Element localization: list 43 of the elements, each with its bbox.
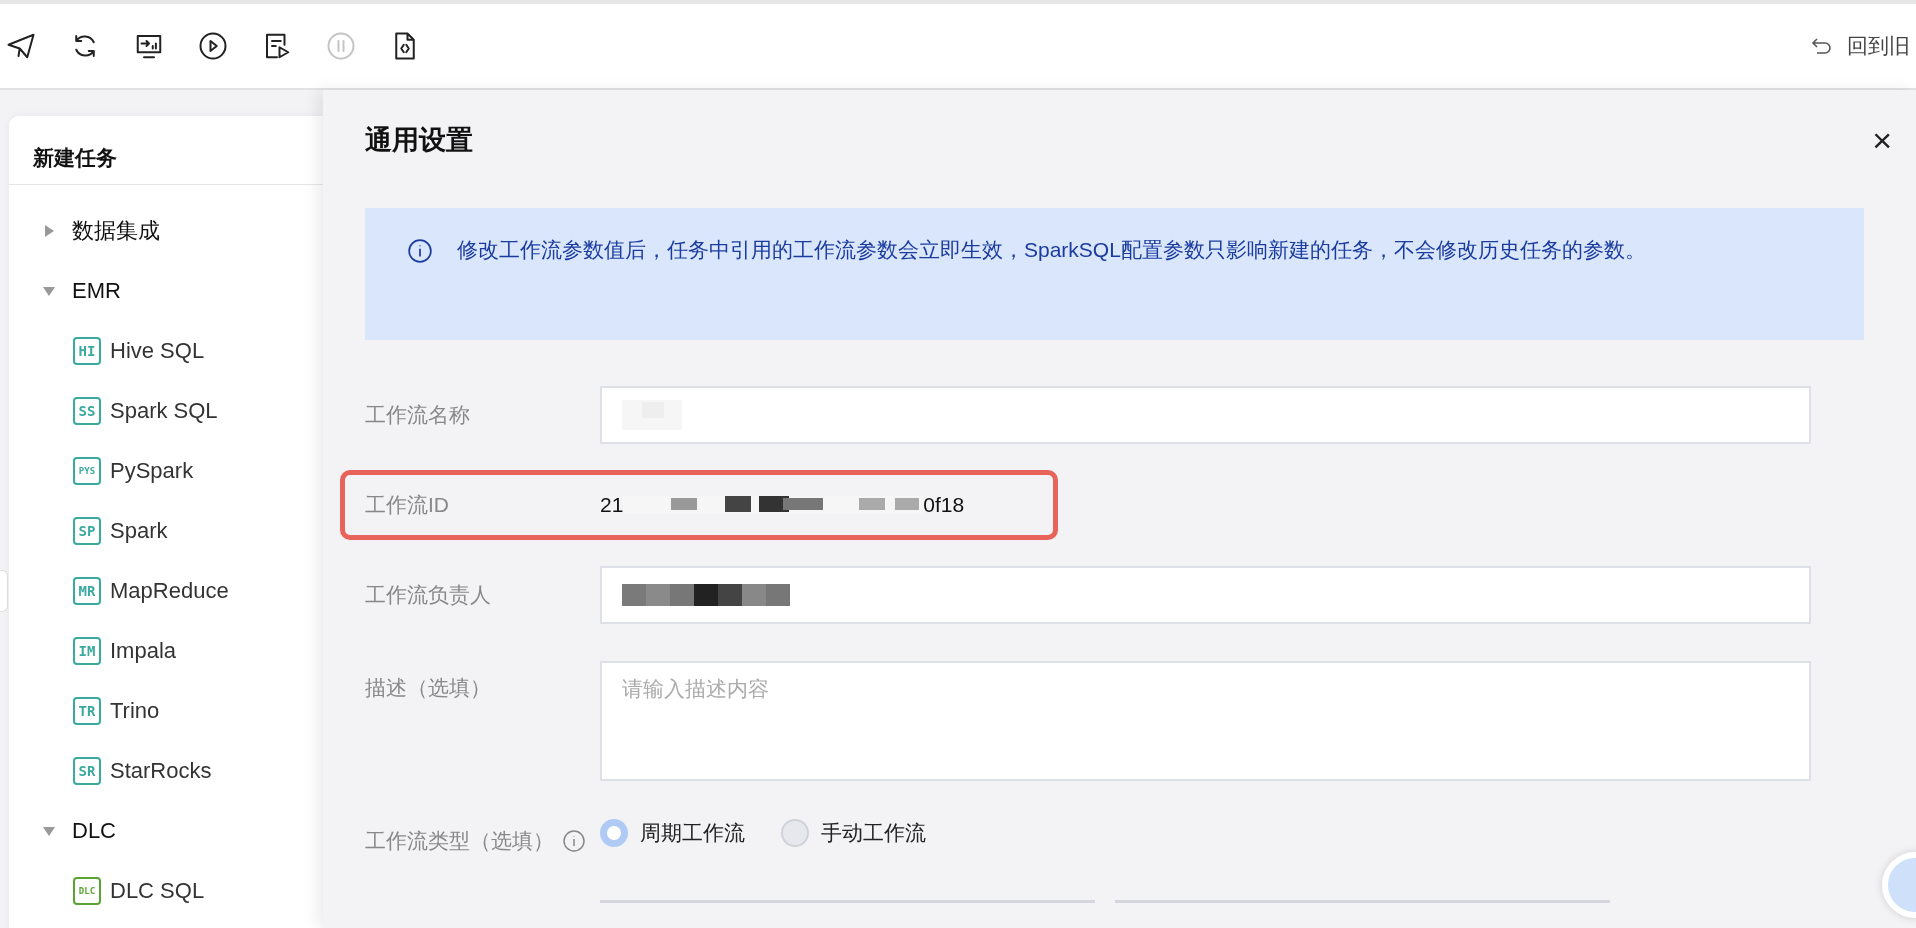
field-label: 工作流负责人 — [365, 582, 491, 608]
close-button[interactable]: × — [1872, 120, 1892, 160]
radio-option[interactable]: 手动工作流 — [781, 819, 926, 847]
task-type-item[interactable]: Impala — [110, 638, 177, 664]
run-icon[interactable] — [198, 31, 228, 61]
task-type-item[interactable]: MapReduce — [110, 578, 229, 604]
input-field[interactable] — [600, 566, 1811, 624]
task-type-item[interactable]: Hive SQL — [110, 338, 205, 364]
task-type-badge: DLC — [73, 877, 101, 905]
info-icon — [562, 829, 586, 853]
task-type-badge: MR — [73, 577, 101, 605]
info-text: 修改工作流参数值后，任务中引用的工作流参数会立即生效，SparkSQL配置参数只影响新建的任务，不会修改历史任务的参数。 — [457, 237, 1646, 263]
back-link[interactable]: 回到旧 — [1811, 32, 1910, 60]
field-label: 工作流类型（选填） — [365, 828, 554, 854]
task-type-badge: SS — [73, 397, 101, 425]
radio-option[interactable]: 周期工作流 — [600, 819, 745, 847]
task-type-item[interactable]: StarRocks — [110, 758, 212, 784]
field-label: 描述（选填） — [365, 675, 491, 701]
task-type-badge: SR — [73, 757, 101, 785]
tree-group[interactable]: EMR — [9, 261, 323, 321]
task-type-item[interactable]: Spark — [110, 518, 168, 544]
input-field[interactable] — [600, 386, 1811, 444]
radio-button[interactable] — [781, 819, 809, 847]
task-type-badge: PYS — [73, 457, 101, 485]
field-label: 工作流名称 — [365, 402, 470, 428]
task-type-badge: HI — [73, 337, 101, 365]
radio-button[interactable] — [600, 819, 628, 847]
collapse-handle[interactable] — [0, 570, 8, 612]
tree-group[interactable]: DLC — [9, 801, 323, 861]
workflow-id: 21 0f18 — [600, 493, 965, 517]
task-type-badge: TR — [73, 697, 101, 725]
info-icon — [407, 238, 433, 264]
task-type-item[interactable]: Trino — [110, 698, 160, 724]
task-type-item[interactable]: Spark SQL — [110, 398, 218, 424]
tree-group[interactable]: 数据集成 — [9, 201, 323, 261]
task-type-badge: IM — [73, 637, 101, 665]
drawer-title: 通用设置 — [365, 124, 473, 157]
task-type-badge: SP — [73, 517, 101, 545]
undo-icon — [1811, 37, 1833, 55]
send-icon[interactable] — [6, 31, 36, 61]
task-type-item[interactable]: PySpark — [110, 458, 194, 484]
task-type-item[interactable]: DLC SQL — [110, 878, 205, 904]
field-label: 工作流ID — [365, 492, 449, 518]
